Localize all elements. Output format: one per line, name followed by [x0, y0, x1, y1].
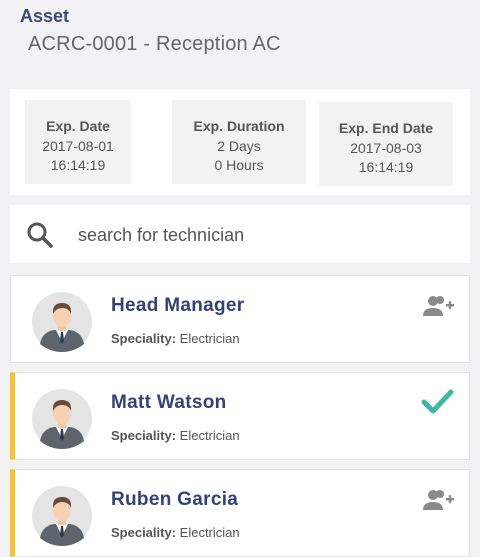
technician-card[interactable]: Ruben Garcia Speciality: Electrician	[10, 469, 470, 557]
technician-name: Matt Watson	[111, 392, 227, 413]
expiry-info-panel: Exp. Date 2017-08-01 16:14:19 Exp. Durat…	[10, 89, 470, 195]
technician-name: Head Manager	[111, 295, 245, 316]
add-user-icon[interactable]	[421, 488, 455, 514]
asset-name: ACRC-0001 - Reception AC	[28, 33, 281, 55]
exp-end-date-title: Exp. End Date	[338, 120, 434, 136]
technician-name: Ruben Garcia	[111, 489, 239, 510]
exp-end-date-value: 2017-08-03	[350, 140, 422, 156]
speciality-value: Electrician	[179, 331, 240, 346]
exp-end-date-box: Exp. End Date 2017-08-03 16:14:19	[319, 102, 453, 186]
technician-speciality: Speciality: Electrician	[111, 331, 240, 346]
search-input[interactable]	[76, 219, 460, 251]
exp-date-box: Exp. Date 2017-08-01 16:14:19	[25, 100, 131, 184]
exp-date-title: Exp. Date	[46, 118, 110, 134]
check-icon[interactable]	[421, 389, 455, 415]
speciality-value: Electrician	[179, 428, 240, 443]
search-icon[interactable]	[26, 221, 54, 249]
speciality-value: Electrician	[179, 525, 240, 540]
avatar	[32, 292, 92, 352]
exp-duration-hours: 0 Hours	[214, 157, 264, 173]
technician-card[interactable]: Matt Watson Speciality: Electrician	[10, 372, 470, 460]
exp-date-time: 16:14:19	[50, 157, 106, 173]
technician-speciality: Speciality: Electrician	[111, 428, 240, 443]
avatar	[32, 389, 92, 449]
avatar	[32, 486, 92, 546]
exp-duration-title: Exp. Duration	[193, 118, 285, 134]
technician-card[interactable]: Head Manager Speciality: Electrician	[10, 275, 470, 363]
exp-duration-days: 2 Days	[217, 138, 261, 154]
speciality-label: Speciality:	[111, 525, 177, 540]
search-bar	[10, 205, 470, 263]
exp-duration-box: Exp. Duration 2 Days 0 Hours	[172, 100, 306, 184]
technician-speciality: Speciality: Electrician	[111, 525, 240, 540]
asset-label: Asset	[20, 6, 70, 26]
add-user-icon[interactable]	[421, 294, 455, 320]
speciality-label: Speciality:	[111, 428, 177, 443]
speciality-label: Speciality:	[111, 331, 177, 346]
exp-end-date-time: 16:14:19	[358, 159, 414, 175]
exp-date-value: 2017-08-01	[42, 138, 114, 154]
